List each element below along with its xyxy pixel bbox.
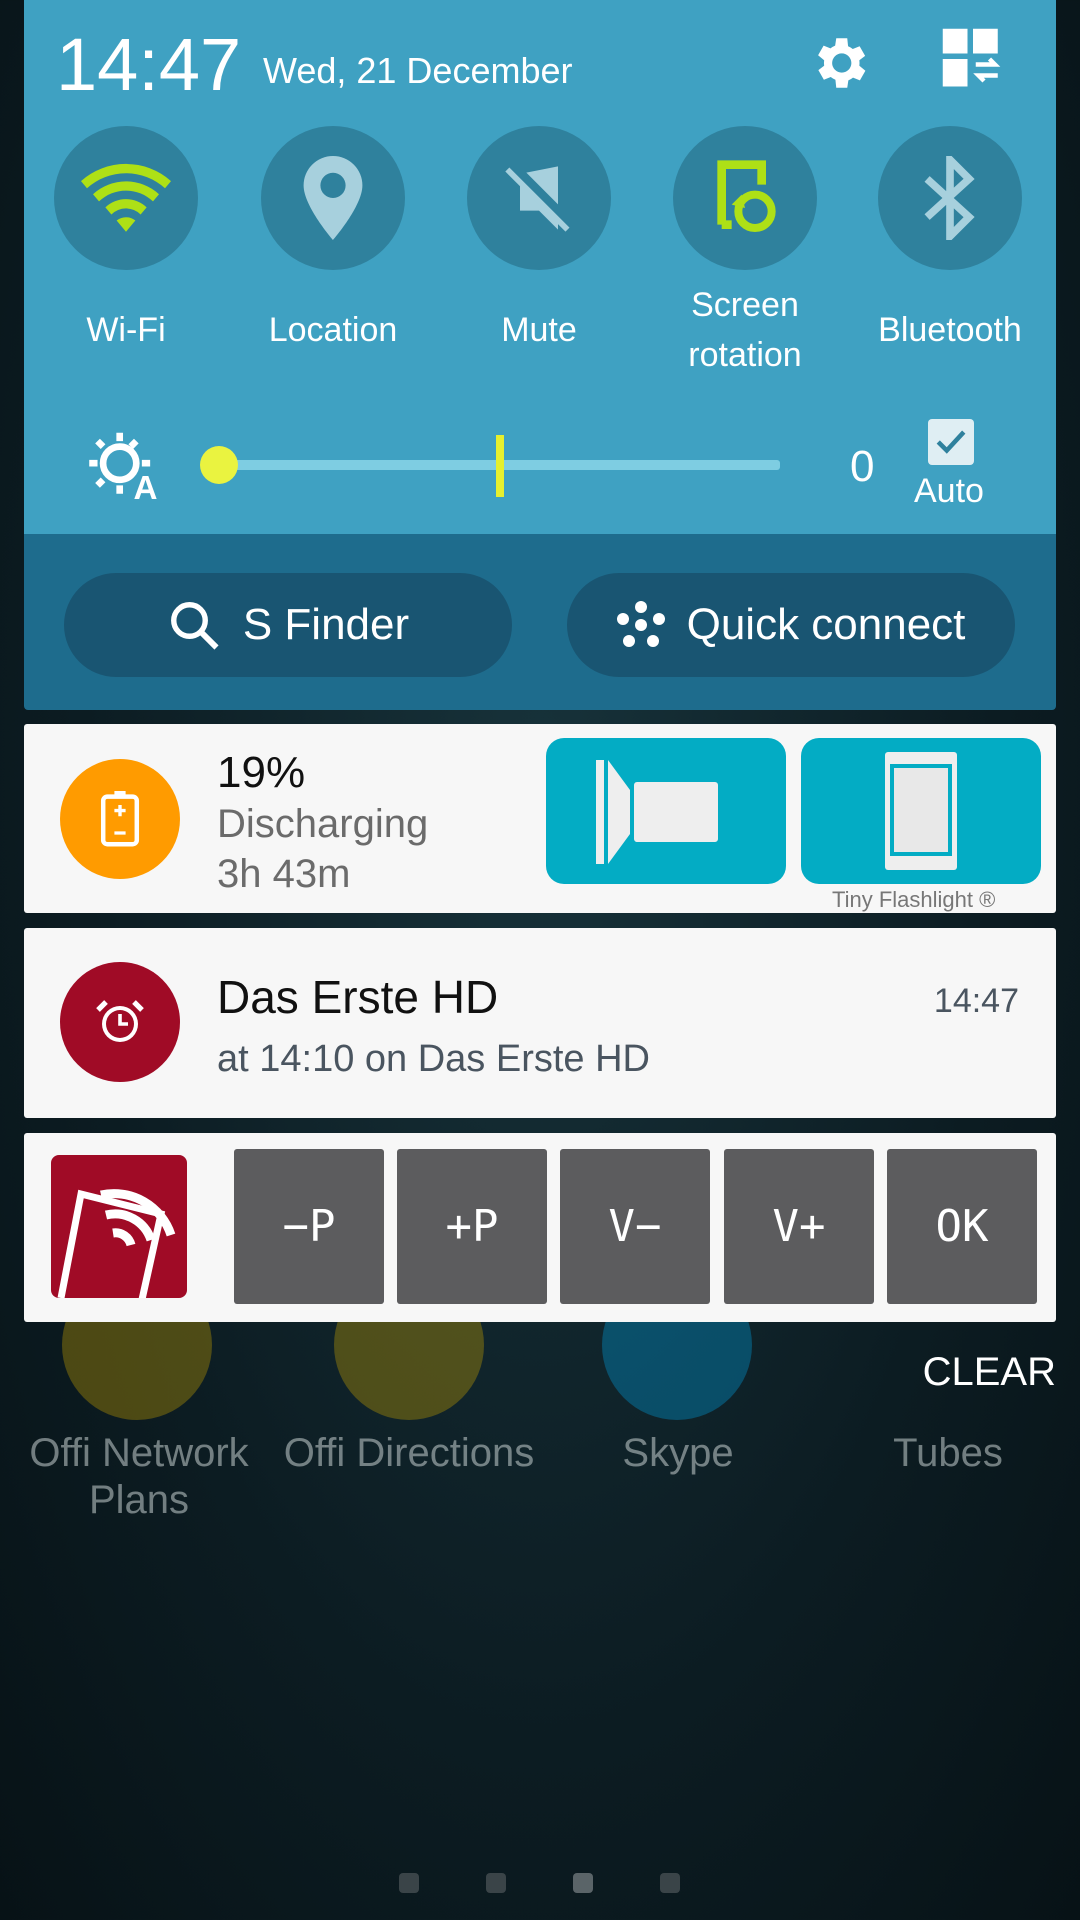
flashlight-icon <box>596 760 718 864</box>
s-finder-button[interactable]: S Finder <box>64 573 512 677</box>
battery-remaining: 3h 43m <box>217 852 351 896</box>
clear-notifications-button[interactable]: CLEAR <box>923 1350 1056 1395</box>
battery-percent: 19% <box>217 748 306 797</box>
checkmark-icon <box>936 430 966 454</box>
battery-status: Discharging <box>217 802 429 846</box>
quick-connect-label: Quick connect <box>686 600 966 649</box>
remote-ok-button[interactable]: OK <box>887 1149 1037 1304</box>
toggle-label: Mute <box>501 311 577 349</box>
remote-volume-up-button[interactable]: V+ <box>724 1149 874 1304</box>
app-offi-network-plans[interactable]: Offi Network Plans <box>4 1430 274 1524</box>
screen-light-icon <box>885 752 957 870</box>
screen-light-button[interactable] <box>801 738 1041 884</box>
brightness-value: 0 <box>850 442 875 491</box>
toggle-bluetooth[interactable] <box>878 126 1022 270</box>
page-indicator[interactable] <box>486 1873 506 1893</box>
page-indicator[interactable] <box>399 1873 419 1893</box>
quick-connect-icon <box>616 601 665 647</box>
remote-app-icon[interactable] <box>51 1155 187 1298</box>
alarm-clock-icon <box>60 962 180 1082</box>
reminder-subtitle: at 14:10 on Das Erste HD <box>217 1038 650 1080</box>
toggle-label: Wi-Fi <box>86 311 166 349</box>
search-icon <box>170 602 219 650</box>
battery-icon <box>60 759 180 879</box>
toggle-mute[interactable] <box>467 126 611 270</box>
brightness-slider-thumb[interactable] <box>200 446 238 484</box>
page-indicator-active[interactable] <box>573 1873 593 1893</box>
flashlight-app-label: Tiny Flashlight ® <box>832 887 996 912</box>
remote-volume-down-button[interactable]: V− <box>560 1149 710 1304</box>
wifi-icon <box>81 163 171 232</box>
quick-connect-button[interactable]: Quick connect <box>567 573 1015 677</box>
reminder-title: Das Erste HD <box>217 971 499 1023</box>
remote-channel-up-button[interactable]: +P <box>397 1149 547 1304</box>
date: Wed, 21 December <box>263 50 573 91</box>
toggle-label: Location <box>268 311 398 349</box>
svg-text:A: A <box>134 470 158 502</box>
mute-icon <box>505 166 570 232</box>
location-pin-icon <box>303 156 363 240</box>
toggle-screen-rotation[interactable] <box>673 126 817 270</box>
brightness-auto-marker <box>496 435 504 497</box>
toggle-wifi[interactable] <box>54 126 198 270</box>
gear-icon[interactable] <box>806 30 872 96</box>
edit-toggles-icon[interactable] <box>940 26 1006 92</box>
app-skype[interactable]: Skype <box>543 1430 813 1477</box>
flashlight-toggle-button[interactable] <box>546 738 786 884</box>
reminder-time: 14:47 <box>933 982 1019 1020</box>
remote-channel-down-button[interactable]: −P <box>234 1149 384 1304</box>
toggle-location[interactable] <box>261 126 405 270</box>
toggle-label: Screen rotation <box>688 286 802 374</box>
app-tubes[interactable]: Tubes <box>813 1430 1080 1477</box>
screen-rotation-icon <box>717 160 776 232</box>
app-offi-directions[interactable]: Offi Directions <box>274 1430 544 1477</box>
page-indicator[interactable] <box>660 1873 680 1893</box>
auto-brightness-label: Auto <box>914 472 984 510</box>
auto-brightness-icon: A <box>89 432 158 502</box>
auto-brightness-checkbox[interactable] <box>928 419 974 465</box>
s-finder-label: S Finder <box>242 600 410 649</box>
clock: 14:47 <box>56 23 242 106</box>
toggle-label: Bluetooth <box>878 311 1022 349</box>
bluetooth-icon <box>924 156 975 240</box>
